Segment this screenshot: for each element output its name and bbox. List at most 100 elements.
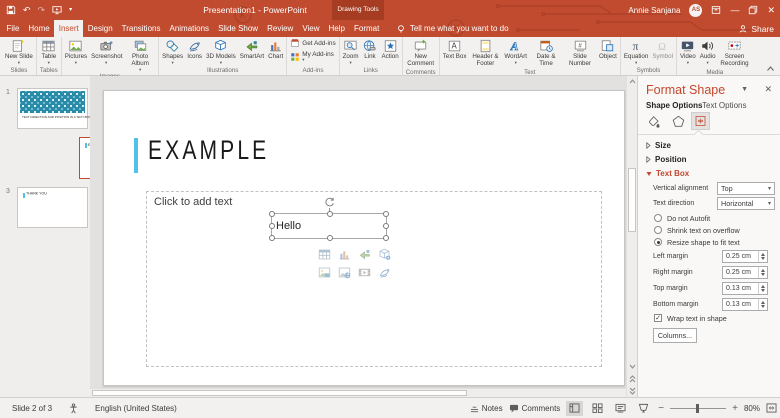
link-button[interactable]: Link xyxy=(360,38,379,62)
smartart-button[interactable]: SmartArt xyxy=(238,38,266,62)
symbol-button[interactable]: Ω Symbol xyxy=(650,38,675,62)
slide[interactable]: EXAMPLE Click to add text developerpubli… xyxy=(103,90,625,386)
text-direction-select[interactable]: Horizontal xyxy=(717,197,775,210)
new-comment-button[interactable]: New Comment xyxy=(404,38,438,69)
table-button[interactable]: Table xyxy=(39,38,58,66)
slide-sorter-button[interactable] xyxy=(589,401,606,416)
spinner-arrows-icon[interactable] xyxy=(758,299,767,310)
spinner-arrows-icon[interactable] xyxy=(758,267,767,278)
resize-handle-se[interactable] xyxy=(383,235,389,241)
placeholder-prompt[interactable]: Click to add text xyxy=(154,196,232,208)
spinner-arrows-icon[interactable] xyxy=(758,251,767,262)
minimize-icon[interactable]: — xyxy=(730,5,739,15)
insert-picture-icon[interactable] xyxy=(318,266,331,279)
zoom-in-icon[interactable]: + xyxy=(732,403,738,414)
normal-view-button[interactable] xyxy=(566,400,584,416)
rotate-handle-icon[interactable] xyxy=(324,197,335,208)
selected-text-box[interactable]: Hello xyxy=(269,197,389,241)
tell-me-box[interactable]: Tell me what you want to do xyxy=(396,20,509,37)
columns-button[interactable]: Columns... xyxy=(653,328,697,343)
pictures-button[interactable]: Pictures xyxy=(63,38,89,66)
collapse-ribbon-icon[interactable] xyxy=(766,65,775,72)
scrollbar-thumb[interactable] xyxy=(92,390,468,396)
tab-insert[interactable]: Insert xyxy=(54,20,84,37)
spinner-arrows-icon[interactable] xyxy=(758,283,767,294)
zoom-slider[interactable] xyxy=(670,403,727,413)
fill-line-icon[interactable] xyxy=(647,115,662,129)
resize-handle-w[interactable] xyxy=(269,223,275,229)
slide-title[interactable]: EXAMPLE xyxy=(148,137,269,164)
restore-icon[interactable] xyxy=(748,5,758,15)
text-box-button[interactable]: A Text Box xyxy=(441,38,469,62)
insert-table-icon[interactable] xyxy=(318,248,331,261)
section-position[interactable]: Position xyxy=(646,155,687,164)
resize-handle-s[interactable] xyxy=(327,235,333,241)
new-slide-button[interactable]: New Slide xyxy=(3,38,35,66)
resize-handle-nw[interactable] xyxy=(269,211,275,217)
screen-recording-button[interactable]: Screen Recording xyxy=(718,38,752,69)
tab-transitions[interactable]: Transitions xyxy=(117,20,165,37)
audio-button[interactable]: Audio xyxy=(698,38,718,66)
insert-3d-model-icon[interactable] xyxy=(378,248,391,261)
tab-review[interactable]: Review xyxy=(263,20,298,37)
notes-button[interactable]: Notes xyxy=(470,404,503,413)
redo-icon[interactable]: ↷ xyxy=(38,5,46,15)
top-margin-stepper[interactable]: 0.13 cm xyxy=(722,282,768,295)
horizontal-scrollbar[interactable] xyxy=(90,388,626,397)
language-indicator[interactable]: English (United States) xyxy=(95,404,177,413)
equation-button[interactable]: π Equation xyxy=(622,38,650,66)
scrollbar-thumb[interactable] xyxy=(628,168,636,232)
pane-close-icon[interactable]: ✕ xyxy=(764,84,772,95)
video-button[interactable]: Video xyxy=(678,38,698,66)
action-button[interactable]: Action xyxy=(379,38,400,62)
resize-shape-radio[interactable] xyxy=(654,238,662,246)
effects-icon[interactable] xyxy=(671,115,686,129)
vertical-scrollbar[interactable] xyxy=(626,76,637,397)
section-text-box[interactable]: Text Box xyxy=(646,169,689,178)
section-size[interactable]: Size xyxy=(646,141,671,150)
vertical-alignment-select[interactable]: Top xyxy=(717,182,775,195)
wrap-text-checkbox[interactable] xyxy=(654,314,662,322)
resize-handle-n[interactable] xyxy=(327,211,333,217)
resize-handle-sw[interactable] xyxy=(269,235,275,241)
tab-file[interactable]: File xyxy=(2,20,24,37)
zoom-level[interactable]: 80% xyxy=(744,404,760,413)
object-button[interactable]: Object xyxy=(597,38,619,62)
get-add-ins-button[interactable]: Get Add-ins xyxy=(290,38,336,48)
insert-chart-icon[interactable] xyxy=(338,248,351,261)
wordart-button[interactable]: A WordArt xyxy=(502,38,529,66)
zoom-button[interactable]: Zoom xyxy=(341,38,361,66)
tab-design[interactable]: Design xyxy=(83,20,117,37)
ribbon-display-options-icon[interactable] xyxy=(711,5,721,15)
slideshow-button[interactable] xyxy=(635,401,652,416)
insert-online-picture-icon[interactable] xyxy=(338,266,351,279)
screenshot-button[interactable]: Screenshot xyxy=(89,38,123,66)
header-footer-button[interactable]: Header & Footer xyxy=(468,38,502,69)
zoom-out-icon[interactable]: − xyxy=(658,403,664,414)
text-box-content[interactable]: Hello xyxy=(276,220,301,232)
tab-animations[interactable]: Animations xyxy=(165,20,214,37)
zoom-slider-thumb[interactable] xyxy=(696,403,700,413)
slide-number-button[interactable]: # Slide Number xyxy=(563,38,597,69)
date-time-button[interactable]: Date & Time xyxy=(529,38,563,69)
tab-slide-show[interactable]: Slide Show xyxy=(214,20,263,37)
left-margin-stepper[interactable]: 0.25 cm xyxy=(722,250,768,263)
insert-video-icon[interactable] xyxy=(358,266,371,279)
comments-button[interactable]: Comments xyxy=(509,404,560,413)
close-icon[interactable]: ✕ xyxy=(767,5,775,15)
tab-help[interactable]: Help xyxy=(324,20,349,37)
tab-home[interactable]: Home xyxy=(24,20,54,37)
my-add-ins-button[interactable]: My Add-ins xyxy=(290,51,335,63)
insert-icons-icon[interactable] xyxy=(378,266,391,279)
bottom-margin-stepper[interactable]: 0.13 cm xyxy=(722,298,768,311)
tab-text-options[interactable]: Text Options xyxy=(702,101,746,110)
do-not-autofit-radio[interactable] xyxy=(654,214,662,222)
tab-format[interactable]: Format xyxy=(349,20,383,37)
slide-thumbnail-1[interactable]: TEXT DIRECTION AND POSITION IN A TEXT BO… xyxy=(17,88,91,129)
3d-models-button[interactable]: 3D Models xyxy=(204,38,238,66)
tab-view[interactable]: View xyxy=(298,20,324,37)
size-properties-icon[interactable] xyxy=(691,112,710,130)
slide-thumbnail-3[interactable]: THANK YOU xyxy=(17,187,88,228)
save-icon[interactable] xyxy=(6,5,16,15)
start-from-beginning-icon[interactable] xyxy=(52,5,62,15)
